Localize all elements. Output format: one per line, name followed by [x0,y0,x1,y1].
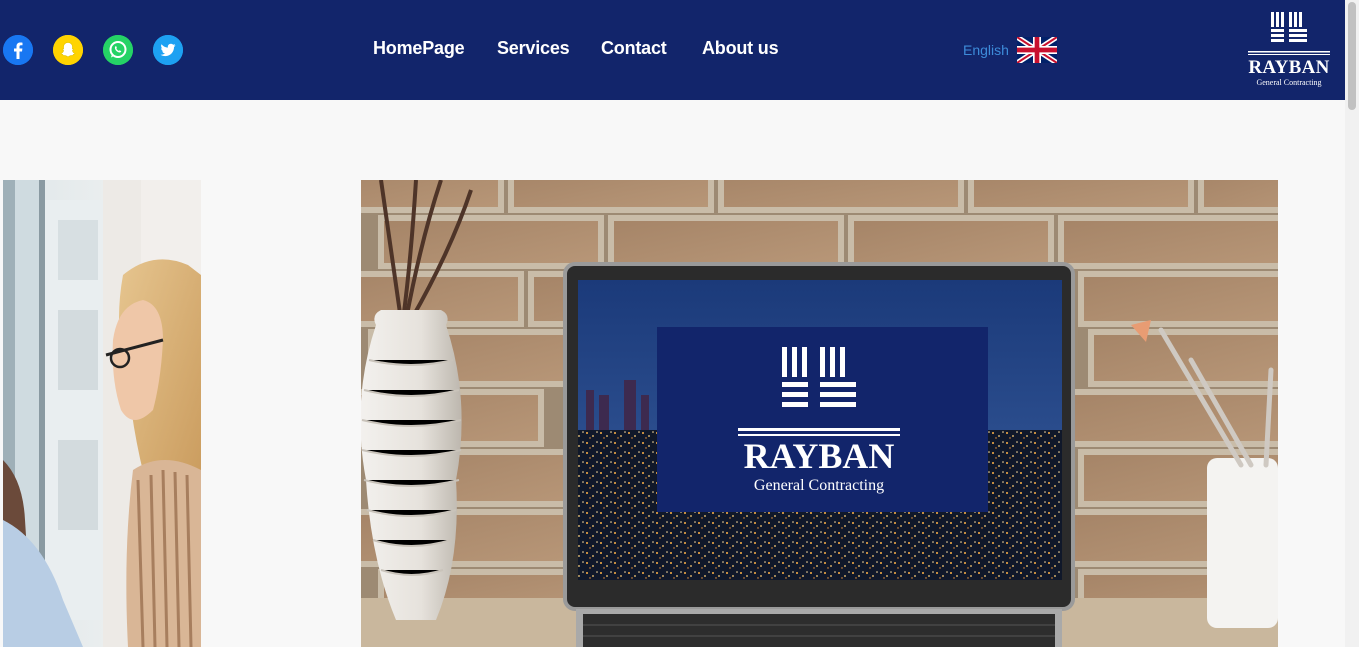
nav-contact[interactable]: Contact [601,38,667,59]
uk-flag-icon[interactable] [1017,37,1057,63]
scrollbar-thumb[interactable] [1348,2,1356,110]
site-header: HomePage Services Contact About us Engli… [0,0,1345,100]
nav-services[interactable]: Services [497,38,570,59]
twitter-icon[interactable] [153,35,183,65]
snapchat-icon[interactable] [53,35,83,65]
logo-name: RAYBAN [1248,57,1330,78]
screen-logo-name: RAYBAN [744,436,895,476]
nav-homepage[interactable]: HomePage [373,38,465,59]
screen-logo-tagline: General Contracting [754,477,884,494]
slide-image-previous [3,180,201,647]
slide-image-laptop: RAYBAN General Contracting [361,180,1278,647]
site-logo[interactable]: RAYBAN General Contracting [1247,12,1331,88]
language-selector[interactable]: English [963,42,1009,58]
logo-tagline: General Contracting [1256,78,1322,87]
nav-about-us[interactable]: About us [702,38,779,59]
logo-mark-icon [1248,12,1330,55]
facebook-icon[interactable] [3,35,33,65]
whatsapp-icon[interactable] [103,35,133,65]
